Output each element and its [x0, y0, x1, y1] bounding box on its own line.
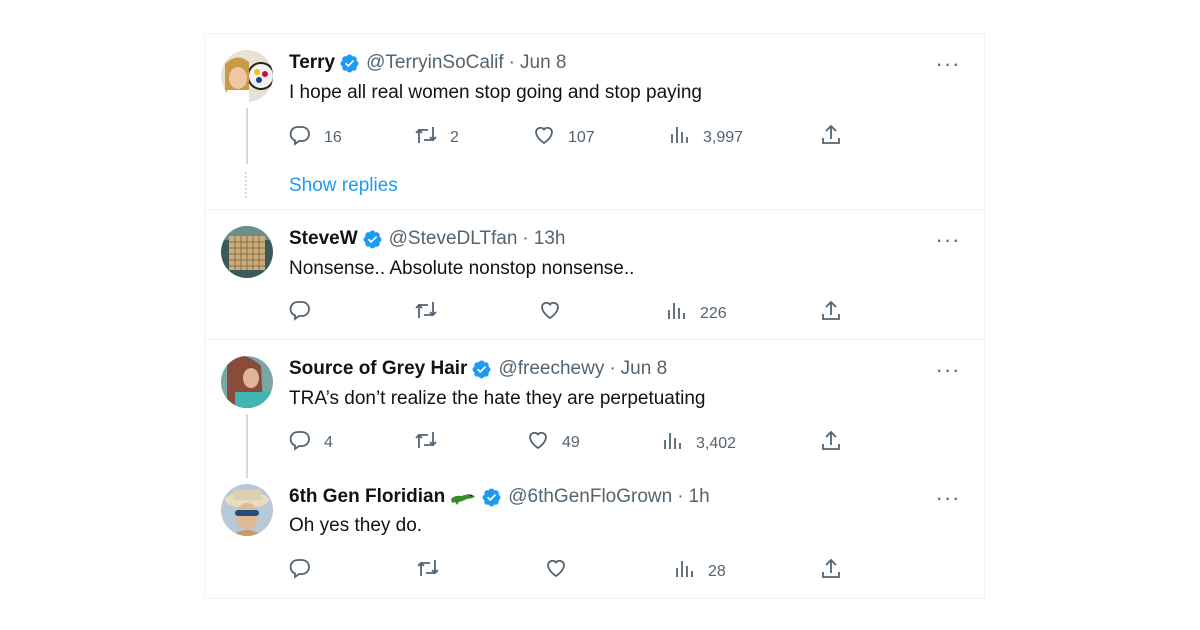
- tweet-text: Oh yes they do.: [289, 515, 423, 536]
- separator: ·: [609, 358, 616, 379]
- more-icon[interactable]: ···: [935, 359, 961, 384]
- tweet-header: SteveW @SteveDLTfan · 13h: [289, 227, 565, 251]
- reply-icon: [288, 428, 312, 457]
- thread-dots: [245, 172, 249, 198]
- show-replies-link[interactable]: Show replies: [289, 174, 398, 198]
- views-icon: [672, 557, 696, 586]
- like-icon: [532, 123, 556, 152]
- display-name[interactable]: Terry: [289, 51, 335, 75]
- views-icon: [667, 123, 691, 152]
- handle[interactable]: @TerryinSoCalif: [366, 51, 504, 75]
- retweet-button[interactable]: 2: [414, 123, 459, 152]
- avatar-terry[interactable]: [221, 50, 273, 102]
- share-icon: [819, 429, 843, 458]
- display-name[interactable]: 6th Gen Floridian: [289, 485, 445, 509]
- tweet-text: I hope all real women stop going and sto…: [289, 82, 702, 103]
- retweet-button[interactable]: [414, 428, 450, 457]
- views-icon: [660, 429, 684, 458]
- more-icon[interactable]: ···: [935, 53, 961, 78]
- like-button[interactable]: [538, 298, 574, 327]
- retweet-icon: [414, 298, 438, 327]
- avatar-6th-gen-floridian[interactable]: [221, 484, 273, 536]
- share-button[interactable]: [819, 557, 843, 586]
- views-button[interactable]: 226: [664, 299, 727, 328]
- retweet-icon: [416, 556, 440, 585]
- divider: [204, 339, 984, 340]
- reply-button[interactable]: 16: [288, 123, 342, 152]
- retweet-icon: [414, 428, 438, 457]
- reply-count: 4: [324, 433, 333, 451]
- handle[interactable]: @SteveDLTfan: [389, 227, 518, 251]
- like-count: 107: [568, 128, 595, 146]
- views-count: 3,997: [703, 128, 744, 146]
- like-icon: [526, 428, 550, 457]
- display-name[interactable]: SteveW: [289, 227, 358, 251]
- timestamp[interactable]: Jun 8: [520, 51, 566, 75]
- more-icon[interactable]: ···: [935, 229, 961, 254]
- verified-badge-icon: [481, 487, 502, 508]
- divider: [204, 209, 984, 210]
- display-name[interactable]: Source of Grey Hair: [289, 357, 467, 381]
- handle[interactable]: @6thGenFloGrown: [508, 485, 672, 509]
- avatar-stevew[interactable]: [221, 226, 273, 278]
- reply-count: 16: [324, 128, 342, 146]
- tweet-header: Source of Grey Hair @freechewy · Jun 8: [289, 357, 667, 381]
- separator: ·: [508, 52, 515, 73]
- views-button[interactable]: 28: [672, 557, 726, 586]
- views-count: 226: [700, 304, 727, 322]
- like-icon: [544, 556, 568, 585]
- verified-badge-icon: [339, 53, 360, 74]
- share-icon: [819, 299, 843, 328]
- reply-icon: [288, 556, 312, 585]
- tweet-header: 6th Gen Floridian @6thGenFloGrown · 1h: [289, 485, 710, 509]
- verified-badge-icon: [362, 229, 383, 250]
- like-icon: [538, 298, 562, 327]
- handle[interactable]: @freechewy: [498, 357, 604, 381]
- retweet-icon: [414, 123, 438, 152]
- separator: ·: [522, 228, 529, 249]
- reply-button[interactable]: [288, 556, 324, 585]
- thread-line: [246, 414, 248, 478]
- tweet-header: Terry @TerryinSoCalif · Jun 8: [289, 51, 566, 75]
- views-count: 28: [708, 562, 726, 580]
- retweet-button[interactable]: [414, 298, 450, 327]
- tweet-text: TRA’s don’t realize the hate they are pe…: [289, 388, 706, 409]
- tweet-text: Nonsense.. Absolute nonstop nonsense..: [289, 258, 635, 279]
- alligator-emoji-icon: [449, 487, 477, 507]
- retweet-count: 2: [450, 128, 459, 146]
- reply-icon: [288, 298, 312, 327]
- share-button[interactable]: [819, 123, 843, 152]
- reply-button[interactable]: [288, 298, 324, 327]
- timestamp[interactable]: Jun 8: [621, 357, 667, 381]
- timestamp[interactable]: 13h: [534, 227, 566, 251]
- timestamp[interactable]: 1h: [689, 485, 710, 509]
- avatar-source-of-grey-hair[interactable]: [221, 356, 273, 408]
- verified-badge-icon: [471, 359, 492, 380]
- share-icon: [819, 123, 843, 152]
- views-button[interactable]: 3,997: [667, 123, 743, 152]
- views-button[interactable]: 3,402: [660, 429, 736, 458]
- like-count: 49: [562, 433, 580, 451]
- share-icon: [819, 557, 843, 586]
- like-button[interactable]: 107: [532, 123, 595, 152]
- thread-line: [246, 108, 248, 164]
- share-button[interactable]: [819, 429, 843, 458]
- reply-button[interactable]: 4: [288, 428, 333, 457]
- more-icon[interactable]: ···: [935, 487, 961, 512]
- retweet-button[interactable]: [416, 556, 452, 585]
- share-button[interactable]: [819, 299, 843, 328]
- like-button[interactable]: [544, 556, 580, 585]
- separator: ·: [677, 486, 684, 507]
- like-button[interactable]: 49: [526, 428, 580, 457]
- reply-icon: [288, 123, 312, 152]
- views-icon: [664, 299, 688, 328]
- views-count: 3,402: [696, 434, 737, 452]
